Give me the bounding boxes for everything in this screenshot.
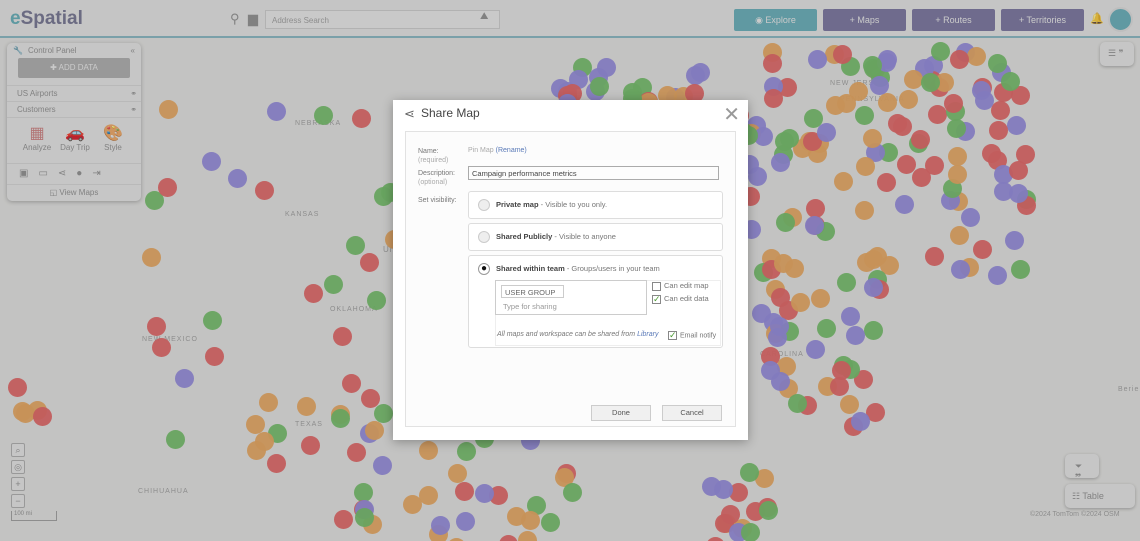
description-input[interactable]: Campaign performance metrics: [468, 166, 719, 180]
can-edit-map-checkbox[interactable]: Can edit map: [652, 281, 709, 291]
done-button[interactable]: Done: [591, 405, 651, 421]
user-group-tag[interactable]: USER GROUP: [501, 285, 564, 298]
library-link[interactable]: Library: [637, 331, 658, 338]
radio-private[interactable]: [478, 199, 490, 211]
checkmark-icon: ✓: [652, 293, 661, 304]
option-team[interactable]: ● Shared within team - Groups/users in y…: [468, 255, 723, 348]
radio-public[interactable]: [478, 231, 490, 243]
name-value: Pin Map (Rename): [468, 147, 527, 154]
close-icon[interactable]: ✕: [723, 102, 740, 127]
name-label: Name: (required): [418, 148, 449, 164]
dialog-title: Share Map: [421, 106, 480, 120]
share-map-dialog: ⋖ Share Map ✕ Name: (required) Pin Map (R…: [393, 100, 748, 440]
share-icon: ⋖: [404, 106, 415, 121]
radio-team[interactable]: ●: [478, 263, 490, 275]
user-group-input[interactable]: USER GROUP Type for sharing: [495, 280, 647, 315]
visibility-label: Set visibility:: [418, 197, 457, 204]
option-public[interactable]: Shared Publicly - Visible to anyone: [468, 223, 723, 251]
rename-link[interactable]: (Rename): [496, 147, 527, 154]
description-label: Description: (optional): [418, 170, 455, 186]
cancel-button[interactable]: Cancel: [662, 405, 722, 421]
email-notify-checkbox[interactable]: ✓ Email notify: [668, 331, 716, 340]
can-edit-data-checkbox[interactable]: ✓ Can edit data: [652, 294, 709, 304]
checkmark-icon: ✓: [668, 330, 677, 340]
option-private[interactable]: Private map - Visible to you only.: [468, 191, 723, 219]
library-note: All maps and workspace can be shared fro…: [497, 331, 659, 338]
type-placeholder: Type for sharing: [503, 302, 557, 311]
checkbox-icon: [652, 281, 661, 291]
